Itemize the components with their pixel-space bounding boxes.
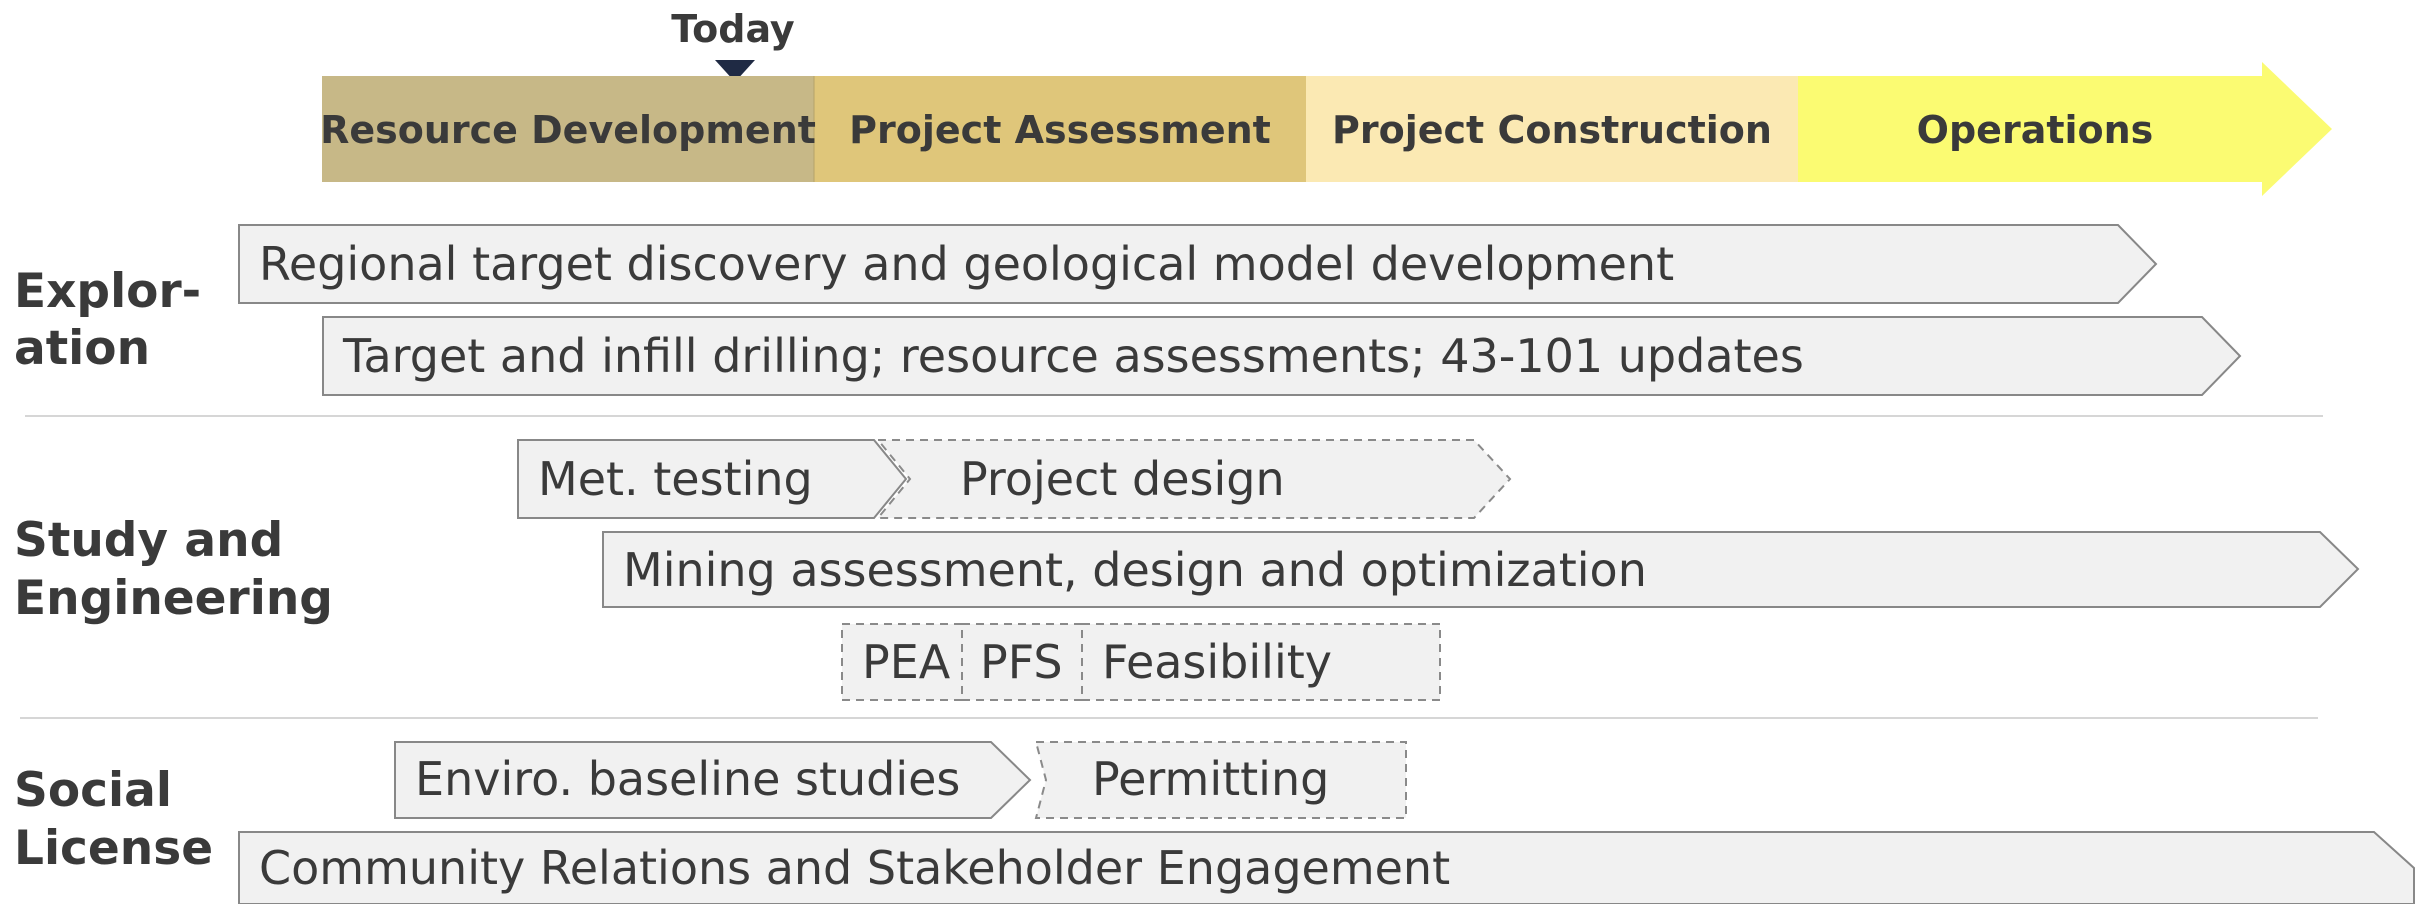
row-label-social-2: License: [14, 821, 213, 876]
task-label: Community Relations and Stakeholder Enga…: [259, 841, 1450, 895]
task-label: Mining assessment, design and optimizati…: [623, 543, 1647, 597]
row-label-exploration-1: Explor-: [14, 264, 201, 319]
row-label-exploration-2: ation: [14, 321, 150, 376]
task-label: Enviro. baseline studies: [415, 752, 960, 806]
task-label: PEA: [862, 635, 951, 689]
phase-label: Project Assessment: [849, 108, 1271, 152]
task-label: Project design: [960, 452, 1285, 506]
task-label: PFS: [980, 635, 1063, 689]
phase-label: Project Construction: [1332, 108, 1772, 152]
today-label: Today: [671, 7, 795, 51]
row-label-study-1: Study and: [14, 513, 283, 568]
phase-label: Operations: [1917, 108, 2154, 152]
task-label: Target and infill drilling; resource ass…: [342, 329, 1804, 383]
phase-label: Resource Development: [320, 108, 816, 152]
row-label-social-1: Social: [14, 763, 172, 818]
phase-diagram: Today Resource Development Project Asses…: [14, 7, 2415, 904]
task-label: Met. testing: [538, 452, 813, 506]
task-label: Permitting: [1092, 752, 1329, 806]
row-label-study-2: Engineering: [14, 571, 333, 626]
task-label: Feasibility: [1102, 635, 1332, 689]
phase-band: Resource Development Project Assessment …: [320, 62, 2332, 196]
task-label: Regional target discovery and geological…: [259, 237, 1674, 291]
